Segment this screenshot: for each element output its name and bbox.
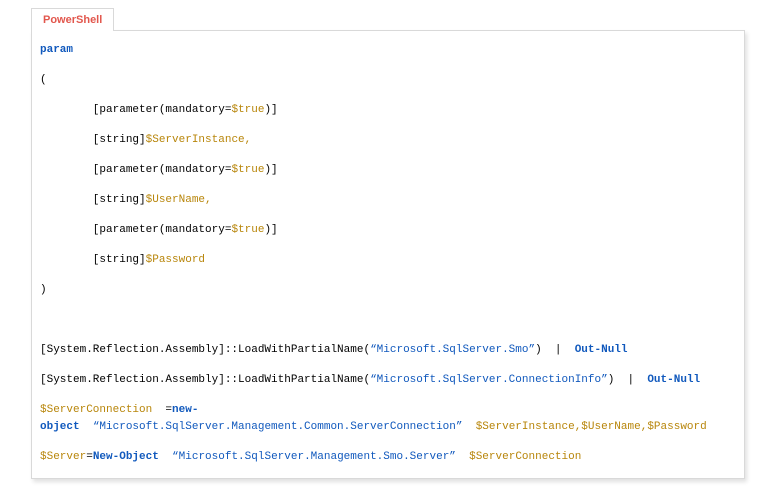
code-line: $ServerConnection =new- (40, 402, 736, 419)
code-paragraph: [parameter(mandatory=$true)] (40, 95, 736, 125)
code-token: “Microsoft.SqlServer.ConnectionInfo” (370, 374, 608, 386)
page: PowerShell param( [parameter(mandatory=$… (0, 0, 771, 492)
code-line: ( (40, 65, 736, 95)
code-paragraph (40, 305, 736, 335)
code-token (159, 451, 172, 463)
code-token: param (40, 44, 73, 56)
code-token: “Microsoft.SqlServer.Management.Common.S… (93, 421, 463, 433)
code-token (462, 421, 475, 433)
code-token: [string] (40, 134, 146, 146)
code-token: ) | (608, 374, 648, 386)
code-token (456, 451, 469, 463)
tab-powershell[interactable]: PowerShell (31, 8, 114, 31)
code-token (80, 421, 93, 433)
code-paragraph: $Server=New-Object “Microsoft.SqlServer.… (40, 442, 736, 472)
code-token: = (86, 451, 93, 463)
code-paragraph: [string]$Password (40, 245, 736, 275)
code-line: [System.Reflection.Assembly]::LoadWithPa… (40, 365, 736, 395)
code-token: [parameter(mandatory= (40, 224, 231, 236)
code-line: [parameter(mandatory=$true)] (40, 95, 736, 125)
code-token: )] (264, 104, 277, 116)
code-line: param (40, 35, 736, 65)
code-paragraph: [parameter(mandatory=$true)] (40, 155, 736, 185)
code-line: [string]$UserName, (40, 185, 736, 215)
code-line: [System.Reflection.Assembly]::LoadWithPa… (40, 335, 736, 365)
code-paragraph: ( (40, 65, 736, 95)
code-token: [parameter(mandatory= (40, 164, 231, 176)
code-token: “Microsoft.SqlServer.Management.Smo.Serv… (172, 451, 456, 463)
code-line: [parameter(mandatory=$true)] (40, 215, 736, 245)
code-token: $true (231, 104, 264, 116)
code-token: object (40, 421, 80, 433)
code-line: object “Microsoft.SqlServer.Management.C… (40, 419, 736, 436)
code-paragraph: param (40, 35, 736, 65)
code-line (40, 305, 736, 335)
code-token: [string] (40, 194, 146, 206)
code-paragraph: $ServerConnection =new-object “Microsoft… (40, 395, 736, 442)
code-token: [string] (40, 254, 146, 266)
code-token: = (152, 404, 172, 416)
code-token: )] (264, 164, 277, 176)
code-line: [parameter(mandatory=$true)] (40, 155, 736, 185)
code-token: $Password (146, 254, 205, 266)
tab-powershell-label: PowerShell (43, 14, 102, 26)
code-paragraph: ) (40, 275, 736, 305)
code-line: ) (40, 275, 736, 305)
code-line: [string]$ServerInstance, (40, 125, 736, 155)
code-token: $true (231, 164, 264, 176)
code-token: $true (231, 224, 264, 236)
code-paragraph: [System.Reflection.Assembly]::LoadWithPa… (40, 335, 736, 365)
code-block: param( [parameter(mandatory=$true)] [str… (31, 30, 745, 479)
code-token: $ServerConnection (40, 404, 152, 416)
code-token: ( (40, 74, 47, 86)
code-token: “Microsoft.SqlServer.Smo” (370, 344, 535, 356)
code-token: New-Object (93, 451, 159, 463)
code-paragraph: [string]$UserName, (40, 185, 736, 215)
code-snippet-panel: PowerShell param( [parameter(mandatory=$… (0, 0, 771, 479)
code-token: $ServerInstance,$UserName,$Password (476, 421, 707, 433)
code-token: $ServerInstance, (146, 134, 252, 146)
code-token: $Server (40, 451, 86, 463)
code-token: $UserName, (146, 194, 212, 206)
code-paragraph: [System.Reflection.Assembly]::LoadWithPa… (40, 365, 736, 395)
code-token: $ServerConnection (469, 451, 581, 463)
code-paragraph: [parameter(mandatory=$true)] (40, 215, 736, 245)
code-line: $Server=New-Object “Microsoft.SqlServer.… (40, 442, 736, 472)
code-line: [string]$Password (40, 245, 736, 275)
tab-row: PowerShell (31, 8, 745, 31)
code-token: Out-Null (647, 374, 700, 386)
code-token: Out-Null (575, 344, 628, 356)
code-token: ) (40, 284, 47, 296)
code-token: [parameter(mandatory= (40, 104, 231, 116)
code-token: [System.Reflection.Assembly]::LoadWithPa… (40, 344, 370, 356)
code-paragraph: [string]$ServerInstance, (40, 125, 736, 155)
code-token: [System.Reflection.Assembly]::LoadWithPa… (40, 374, 370, 386)
code-token: ) | (535, 344, 575, 356)
code-token: new- (172, 404, 198, 416)
code-token: )] (264, 224, 277, 236)
